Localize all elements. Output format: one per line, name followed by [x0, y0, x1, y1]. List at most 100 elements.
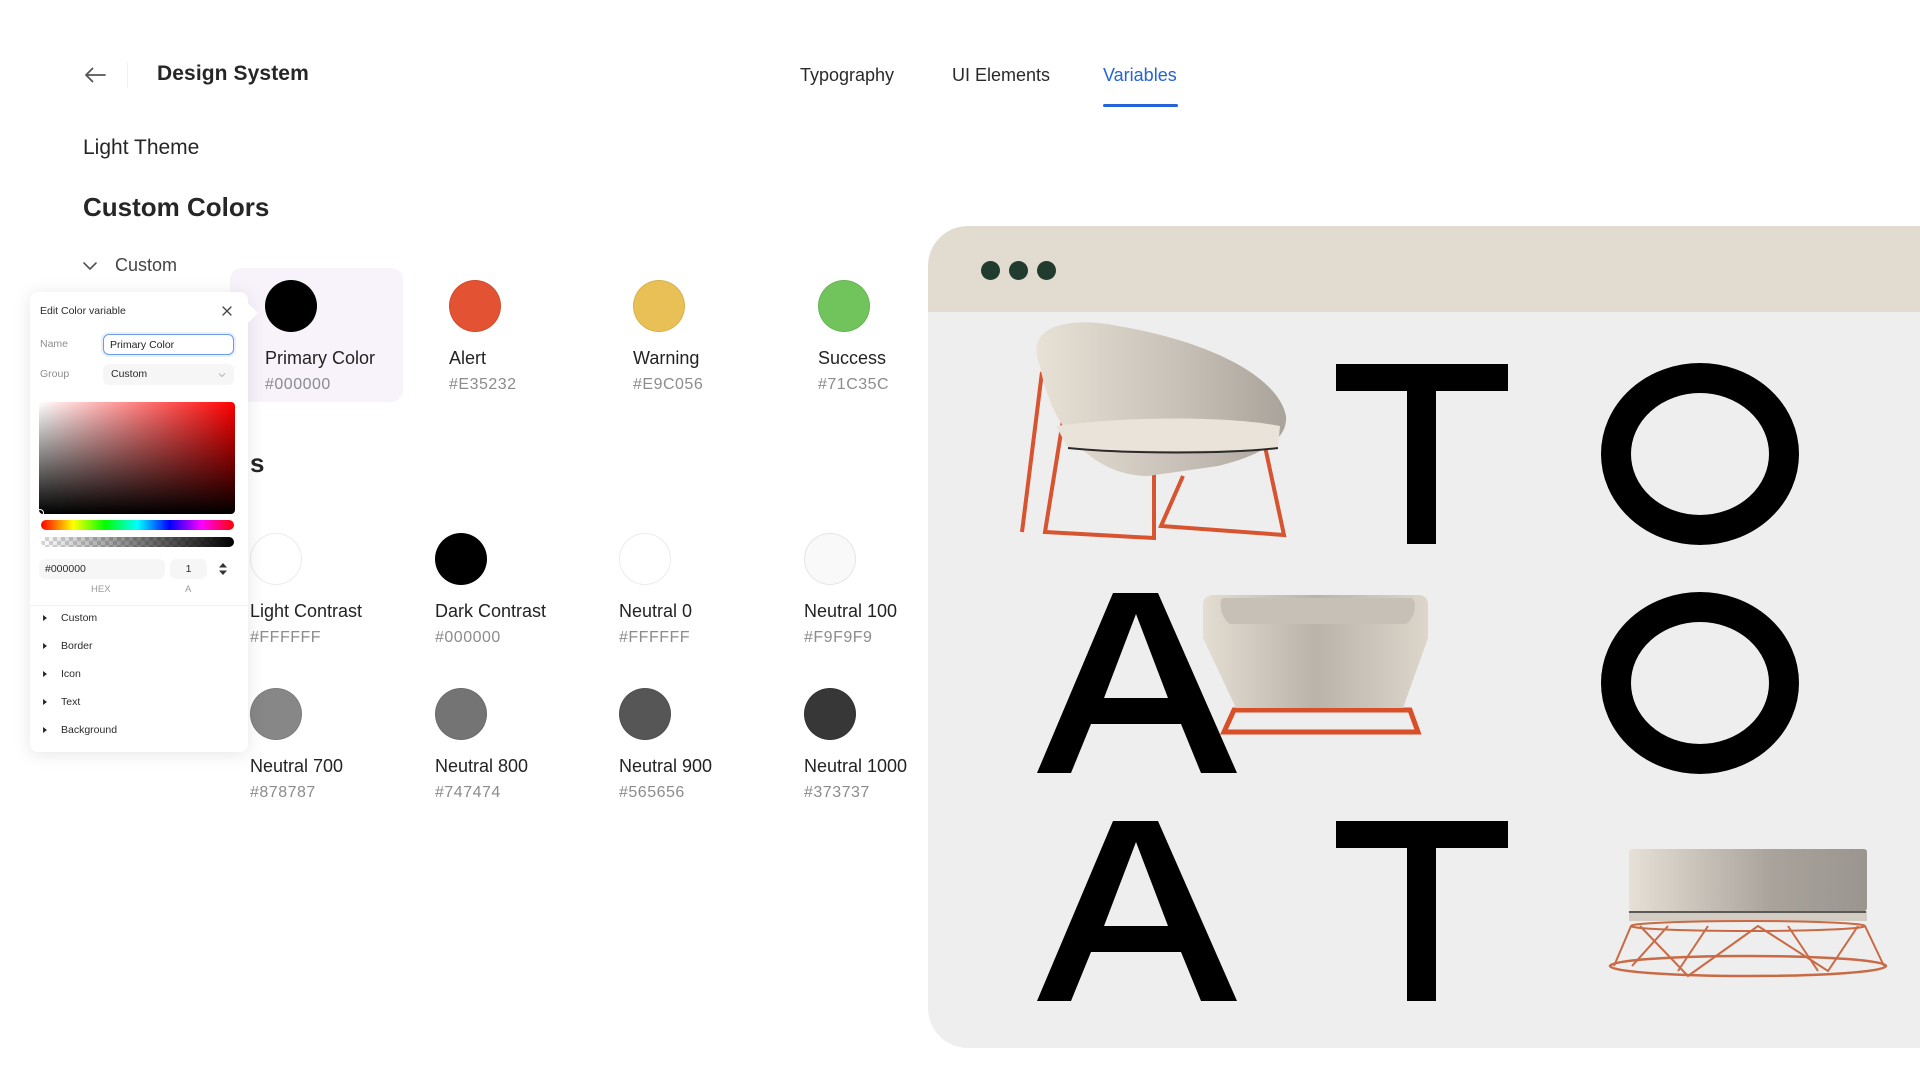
lounge-chair-image: [1020, 322, 1287, 541]
tree-item-label: Text: [61, 696, 81, 708]
tree-item-border[interactable]: Border: [43, 640, 93, 652]
sort-arrows-icon: [219, 563, 227, 575]
close-button[interactable]: [220, 304, 234, 318]
group-select[interactable]: Custom: [103, 364, 234, 385]
tab-variables[interactable]: Variables: [1103, 65, 1177, 86]
swatch-warning[interactable]: Warning #E9C056: [633, 280, 813, 430]
letter-o: [1601, 363, 1799, 545]
swatch-neutral-0[interactable]: Neutral 0 #FFFFFF: [619, 533, 799, 683]
page-title: Design System: [157, 62, 309, 85]
caret-right-icon: [43, 615, 47, 621]
preview-artwork: [1020, 322, 1888, 1001]
tree-item-icon[interactable]: Icon: [43, 668, 81, 680]
theme-title: Light Theme: [83, 136, 200, 159]
letter-a: [1037, 821, 1237, 1001]
tab-ui-elements[interactable]: UI Elements: [952, 65, 1050, 86]
swatch-primary-color[interactable]: Primary Color #000000: [265, 280, 445, 430]
chevron-down-icon: [218, 373, 226, 378]
hex-caption: HEX: [91, 584, 111, 595]
swatch-name: Warning: [633, 348, 700, 368]
tree-item-text[interactable]: Text: [43, 696, 80, 708]
alpha-stepper[interactable]: [218, 562, 228, 576]
swatch-neutral-800[interactable]: Neutral 800 #747474: [435, 688, 615, 838]
color-circle: [250, 688, 302, 740]
swatch-name: Alert: [449, 348, 487, 368]
popup-divider: [30, 605, 248, 606]
picker-handle[interactable]: [36, 509, 44, 517]
tree-item-background[interactable]: Background: [43, 724, 117, 736]
swatch-light-contrast[interactable]: Light Contrast #FFFFFF: [250, 533, 430, 683]
chevron-down-icon: [83, 261, 97, 270]
swatch-hex: #E9C056: [633, 376, 704, 393]
swatch-hex: #000000: [435, 629, 501, 646]
color-circle: [250, 533, 302, 585]
tree-item-label: Custom: [61, 612, 98, 624]
group-select-value: Custom: [111, 368, 148, 380]
edit-color-popup: Edit Color variable Name Group Custom HE…: [30, 292, 258, 752]
color-circle: [265, 280, 317, 332]
swatch-name: Neutral 700: [250, 756, 344, 776]
swatch-name: Success: [818, 348, 887, 368]
group-toggle-custom[interactable]: Custom: [80, 255, 177, 276]
name-input[interactable]: [103, 334, 234, 355]
color-circle: [633, 280, 685, 332]
swatch-hex: #FFFFFF: [250, 629, 322, 646]
arrow-left-icon: [85, 67, 106, 83]
name-label: Name: [40, 338, 69, 350]
swatch-hex: #747474: [435, 784, 501, 801]
ottoman-image: [1608, 849, 1888, 978]
color-circle: [804, 533, 856, 585]
alpha-slider[interactable]: [41, 537, 234, 547]
swatch-name: Neutral 0: [619, 601, 693, 621]
swatch-hex: #878787: [250, 784, 316, 801]
tab-typography[interactable]: Typography: [800, 65, 894, 86]
swatch-name: Neutral 800: [435, 756, 529, 776]
color-circle: [619, 533, 671, 585]
active-tab-indicator: [1103, 104, 1178, 107]
swatch-name: Primary Color: [265, 348, 376, 368]
letter-t: [1336, 364, 1508, 544]
alpha-caption: A: [185, 584, 192, 595]
swatch-alert[interactable]: Alert #E35232: [449, 280, 629, 430]
color-circle: [435, 533, 487, 585]
swatch-neutral-900[interactable]: Neutral 900 #565656: [619, 688, 799, 838]
tree-item-label: Border: [61, 640, 93, 652]
letter-o: [1601, 592, 1799, 774]
saturation-value-picker[interactable]: [36, 402, 235, 517]
hex-input[interactable]: [39, 559, 165, 579]
color-circle: [449, 280, 501, 332]
color-circle: [619, 688, 671, 740]
close-icon: [222, 306, 232, 316]
color-circle: [804, 688, 856, 740]
letter-t: [1336, 821, 1508, 1001]
swatch-neutral-700[interactable]: Neutral 700 #878787: [250, 688, 430, 838]
tree-item-custom[interactable]: Custom: [43, 612, 97, 624]
section-heading-partial: s: [250, 448, 265, 478]
swatch-hex: #000000: [265, 376, 331, 393]
swatch-dark-contrast[interactable]: Dark Contrast #000000: [435, 533, 615, 683]
swatch-name: Dark Contrast: [435, 601, 547, 621]
swatch-name: Light Contrast: [250, 601, 363, 621]
caret-right-icon: [43, 699, 47, 705]
swatch-name: Neutral 1000: [804, 756, 908, 776]
theme-preview-window: [928, 226, 1920, 1048]
swatch-name: Neutral 900: [619, 756, 713, 776]
caret-right-icon: [43, 643, 47, 649]
tree-item-label: Background: [61, 724, 118, 736]
popup-title: Edit Color variable: [40, 305, 126, 317]
alpha-input[interactable]: [170, 559, 207, 579]
swatch-hex: #71C35C: [818, 376, 890, 393]
swatch-hex: #F9F9F9: [804, 629, 873, 646]
group-label: Custom: [115, 255, 178, 275]
swatch-hex: #373737: [804, 784, 870, 801]
swatch-hex: #FFFFFF: [619, 629, 691, 646]
tree-item-label: Icon: [61, 668, 81, 680]
swatch-name: Neutral 100: [804, 601, 898, 621]
group-label: Group: [40, 368, 70, 380]
caret-right-icon: [43, 671, 47, 677]
hue-slider[interactable]: [41, 520, 234, 530]
back-button[interactable]: [80, 60, 110, 90]
color-circle: [435, 688, 487, 740]
sofa-image: [1203, 595, 1428, 735]
swatch-hex: #E35232: [449, 376, 517, 393]
